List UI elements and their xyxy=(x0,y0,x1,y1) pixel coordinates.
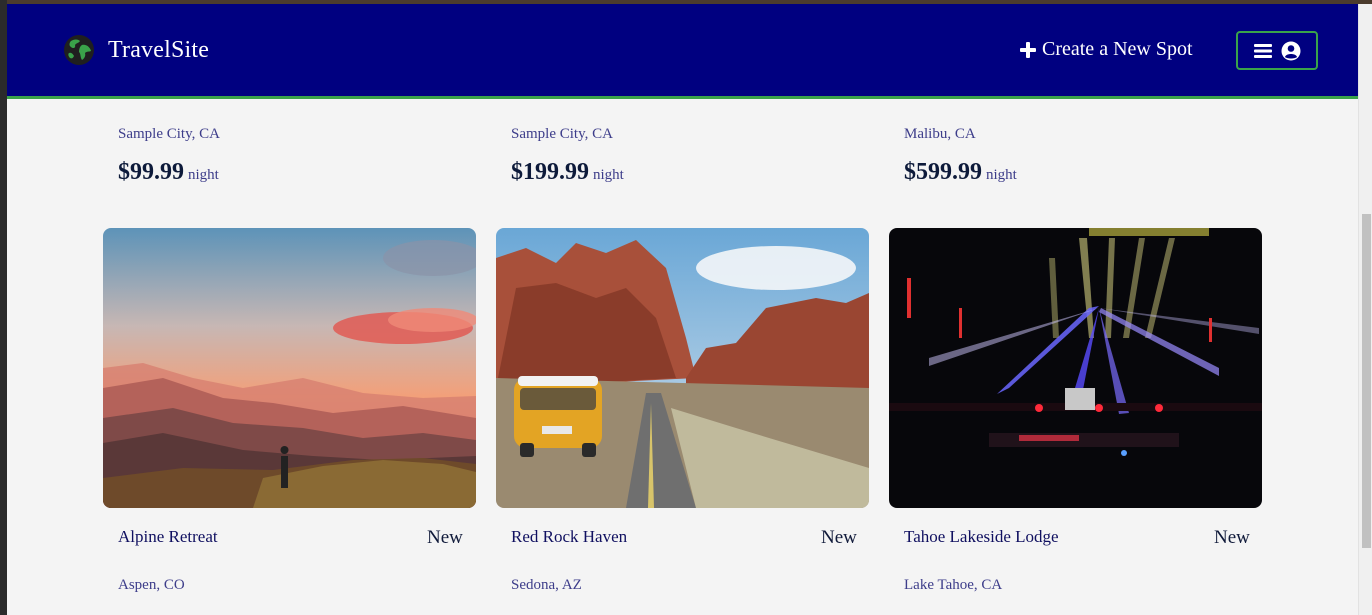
spot-price-line: $599.99 night xyxy=(904,159,1017,186)
globe-icon xyxy=(64,35,94,65)
spot-price: $199.99 xyxy=(511,159,589,185)
spot-price-line: $99.99 night xyxy=(118,159,219,186)
plus-icon xyxy=(1020,41,1036,58)
spot-location: Malibu, CA xyxy=(904,126,976,142)
spot-rating: New xyxy=(427,527,463,548)
spot-location: Sedona, AZ xyxy=(511,577,582,593)
spot-image-tahoe-lakeside-lodge[interactable] xyxy=(889,228,1262,508)
spot-name[interactable]: Tahoe Lakeside Lodge xyxy=(904,527,1059,547)
spot-price: $99.99 xyxy=(118,159,184,185)
window-left-border xyxy=(0,0,7,615)
price-unit: night xyxy=(188,167,219,183)
price-unit: night xyxy=(593,167,624,183)
site-logo[interactable]: TravelSite xyxy=(63,34,209,66)
spot-location: Sample City, CA xyxy=(118,126,220,142)
site-header: TravelSite Create a New Spot xyxy=(7,4,1358,99)
spot-name[interactable]: Red Rock Haven xyxy=(511,527,627,547)
page-viewport: TravelSite Create a New Spot Sample City… xyxy=(7,4,1358,615)
spot-name[interactable]: Alpine Retreat xyxy=(118,527,218,547)
stage-lights-image xyxy=(889,228,1262,508)
user-circle-icon xyxy=(1281,41,1300,60)
hamburger-menu-icon xyxy=(1253,43,1272,58)
spot-card-top-1[interactable]: Sample City, CA xyxy=(118,126,491,143)
create-spot-link[interactable]: Create a New Spot xyxy=(1019,38,1193,61)
spot-image-red-rock-haven[interactable] xyxy=(496,228,869,508)
spot-card-top-3[interactable]: Malibu, CA xyxy=(904,126,1277,143)
mountain-sunset-image xyxy=(103,228,476,508)
spot-rating: New xyxy=(821,527,857,548)
desert-road-image xyxy=(496,228,869,508)
spot-location: Sample City, CA xyxy=(511,126,613,142)
vertical-scrollbar[interactable] xyxy=(1358,4,1372,615)
spot-rating: New xyxy=(1214,527,1250,548)
spot-location: Lake Tahoe, CA xyxy=(904,577,1003,593)
spot-price-line: $199.99 night xyxy=(511,159,624,186)
spot-image-alpine-retreat[interactable] xyxy=(103,228,476,508)
profile-menu-button[interactable] xyxy=(1236,31,1318,70)
scrollbar-thumb[interactable] xyxy=(1362,214,1371,548)
create-spot-label: Create a New Spot xyxy=(1042,38,1193,60)
price-unit: night xyxy=(986,167,1017,183)
site-name: TravelSite xyxy=(108,36,210,63)
spot-location: Aspen, CO xyxy=(118,577,185,593)
spot-price: $599.99 xyxy=(904,159,982,185)
spot-card-top-2[interactable]: Sample City, CA xyxy=(511,126,884,143)
